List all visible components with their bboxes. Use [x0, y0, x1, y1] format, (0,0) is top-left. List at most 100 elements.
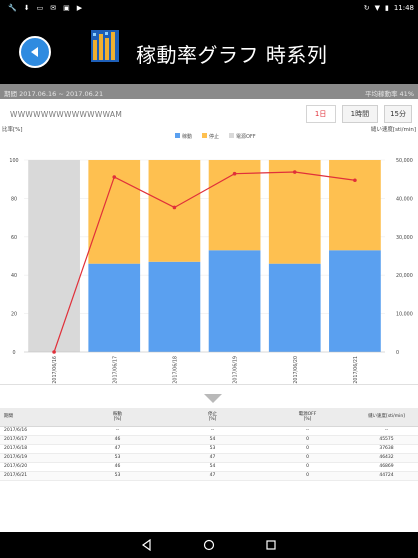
y2-tick-label: 40,000 [396, 196, 413, 202]
back-button[interactable] [19, 36, 51, 68]
status-time: 11:48 [393, 4, 414, 12]
legend-swatch [229, 133, 234, 138]
table-cell: 2017/6/19 [0, 453, 70, 463]
nav-recents-icon[interactable] [265, 539, 277, 551]
speed-point [232, 171, 237, 176]
app-bar: 稼動率グラフ 時系列 [0, 17, 418, 84]
speed-point [172, 205, 177, 210]
table-row: 2017/6/16 -- -- -- -- [0, 426, 418, 436]
table-row: 2017/6/17 46 54 0 45575 [0, 435, 418, 445]
table-cell: 47 [165, 453, 260, 463]
battery-icon: ▮ [384, 4, 389, 12]
screen-icon: ▭ [36, 4, 44, 12]
table-cell: -- [260, 426, 355, 436]
bar-segment [329, 160, 381, 251]
table-cell: 0 [260, 453, 355, 463]
y2-tick-label: 50,000 [396, 158, 413, 164]
y-tick-label: 20 [11, 312, 17, 318]
chart-area: 比率[%] 縫い速度[sti/min] 稼動 停止 電源OFF 0 20 40 60 80 100 0… [0, 122, 418, 384]
table-cell: 47 [165, 471, 260, 481]
x-tick-label: 2017/06/17 [112, 356, 118, 384]
bar-segment [28, 160, 80, 352]
download-icon: ⬇ [23, 4, 30, 12]
speed-point [353, 178, 357, 183]
y-tick-label: 60 [11, 235, 17, 241]
table-row: 2017/6/21 53 47 0 44724 [0, 471, 418, 481]
x-tick-label: 2017/06/16 [52, 356, 58, 384]
y-tick-label: 40 [11, 273, 17, 279]
machine-name: WWWWWWWWWWWWWAM [10, 110, 123, 119]
unit-button-hour[interactable]: 1時間 [341, 105, 379, 123]
table-cell: 2017/6/17 [0, 435, 70, 445]
x-tick-label: 2017/06/19 [233, 356, 239, 384]
y2-tick-label: 30,000 [396, 235, 413, 241]
y-tick-label: 0 [12, 350, 15, 356]
table-cell: 2017/6/16 [0, 426, 70, 436]
bar-segment [329, 250, 381, 352]
legend-label: 電源OFF [236, 133, 256, 140]
y2-axis-label: 縫い速度[sti/min] [371, 125, 416, 133]
y2-tick-label: 10,000 [396, 312, 413, 318]
table-row: 2017/6/20 46 54 0 46869 [0, 462, 418, 472]
y2-tick-label: 0 [396, 350, 399, 356]
x-tick-label: 2017/06/20 [293, 356, 299, 384]
table-cell: 46432 [355, 453, 418, 463]
table-cell: 37638 [355, 444, 418, 454]
table-cell: 53 [70, 471, 165, 481]
play-store-icon: ▶ [76, 4, 83, 12]
unit-button-15min[interactable]: 15分 [384, 105, 412, 123]
table-cell: 53 [165, 444, 260, 454]
table-cell: 2017/6/21 [0, 471, 70, 481]
time-unit-selector: 1日 1時間 15分 [305, 105, 412, 123]
info-bar: 期間 2017.06.16 ~ 2017.06.21 平均稼動率 41% [0, 84, 418, 99]
nav-back-icon[interactable] [141, 539, 153, 551]
header-sewing-speed: 縫い速度[sti/min] [355, 408, 418, 427]
system-nav-bar [0, 532, 418, 558]
table-cell: 0 [260, 435, 355, 445]
table-cell: 2017/6/18 [0, 444, 70, 454]
image-icon: ▣ [63, 4, 70, 12]
table-cell: 47 [70, 444, 165, 454]
page-title: 稼動率グラフ 時系列 [136, 43, 328, 67]
table-cell: 54 [165, 435, 260, 445]
table-cell: 45575 [355, 435, 418, 445]
bar-segment [148, 261, 201, 352]
nav-home-icon[interactable] [203, 539, 215, 551]
back-arrow-icon [31, 47, 38, 57]
header-power-off: 電源OFF [%] [260, 408, 355, 427]
collapse-toggle[interactable] [0, 388, 418, 408]
y-axis-label: 比率[%] [2, 125, 23, 133]
table-row: 2017/6/18 47 53 0 37638 [0, 444, 418, 454]
unit-button-day[interactable]: 1日 [305, 105, 336, 123]
legend-swatch [175, 133, 180, 138]
notification-icons: 🔧 ⬇ ▭ ✉ ▣ ▶ [8, 4, 82, 12]
legend-swatch [202, 133, 207, 138]
bar-segment [268, 263, 321, 352]
table-row: 2017/6/19 53 47 0 46432 [0, 453, 418, 463]
y-tick-label: 80 [11, 196, 17, 202]
bar-segment [88, 263, 141, 352]
table-header-row: 期間 稼動 [%] 停止 [%] 電源OFF [%] 縫い速度[sti/min] [0, 408, 418, 427]
table-cell: 46 [70, 435, 165, 445]
x-tick-label: 2017/06/21 [353, 356, 359, 384]
speed-point [292, 170, 297, 174]
table-cell: 0 [260, 462, 355, 472]
legend-label: 停止 [209, 133, 219, 140]
table-cell: 46869 [355, 462, 418, 472]
bar-segment [208, 250, 261, 352]
y2-tick-label: 20,000 [396, 273, 413, 279]
sync-icon: ↻ [363, 4, 370, 12]
table-cell: -- [70, 426, 165, 436]
table-cell: 0 [260, 444, 355, 454]
x-tick-label: 2017/06/18 [172, 356, 178, 384]
status-bar: 🔧 ⬇ ▭ ✉ ▣ ▶ ↻ ▼ ▮ 11:48 [0, 0, 418, 17]
bar-segment [268, 160, 321, 264]
data-table: 期間 稼動 [%] 停止 [%] 電源OFF [%] 縫い速度[sti/min] 20… [0, 408, 418, 481]
operation-rate-chart: 比率[%] 縫い速度[sti/min] 稼動 停止 電源OFF 0 20 40 60 80 100 0… [2, 125, 416, 384]
chevron-down-icon [204, 394, 222, 403]
system-icons: ↻ ▼ ▮ 11:48 [364, 4, 414, 12]
wifi-icon: ▼ [374, 4, 380, 12]
average-rate: 平均稼動率 41% [364, 90, 414, 98]
table-cell: -- [355, 426, 418, 436]
bar-segment [148, 160, 201, 262]
